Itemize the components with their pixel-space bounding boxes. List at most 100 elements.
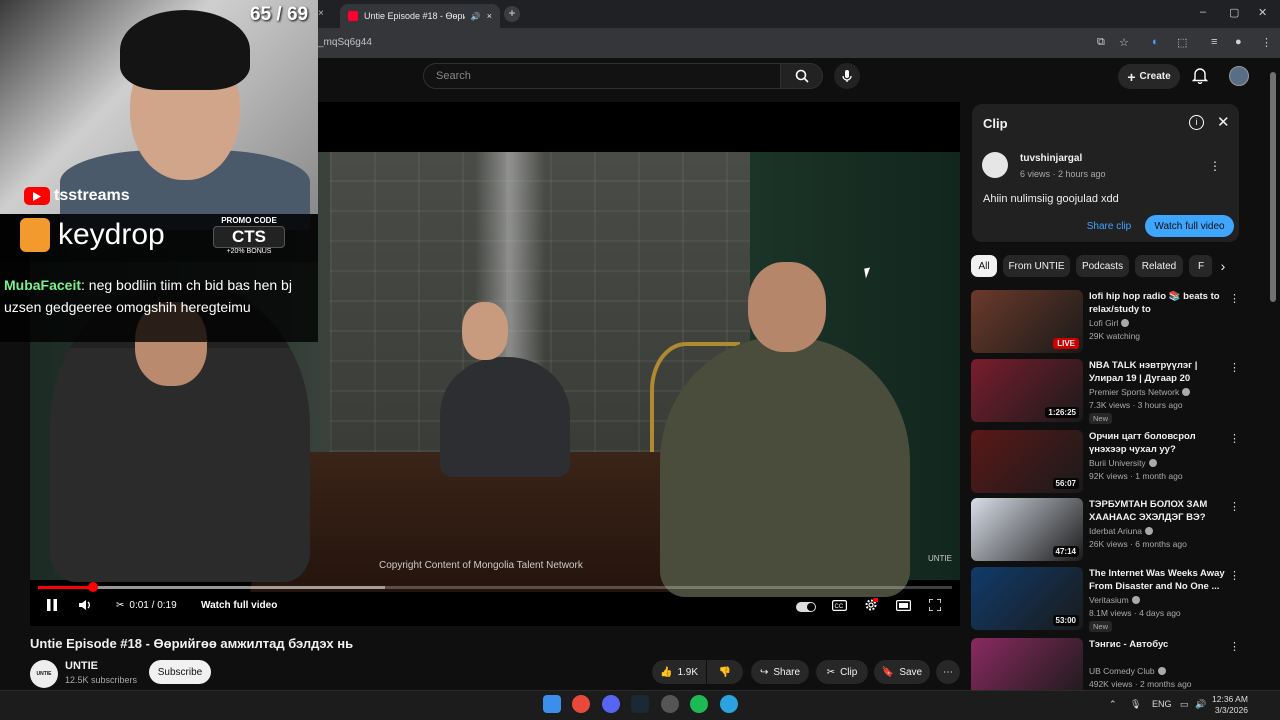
video-thumbnail[interactable]: 47:14 [971,498,1083,561]
recommendation-channel[interactable]: Veritasium [1089,595,1140,605]
info-icon[interactable]: i [1189,115,1204,130]
clip-button[interactable]: ✂ Clip [816,660,868,684]
extensions-icon[interactable]: ⬚ [1177,36,1187,49]
recommendation-channel[interactable]: Burii University [1089,458,1157,468]
share-button[interactable]: ↪ Share [751,660,809,684]
notifications-button[interactable] [1191,67,1209,89]
url-text[interactable]: _mqSq6g44 [318,37,372,48]
scrubber-handle[interactable] [87,582,98,592]
chip-podcasts[interactable]: Podcasts [1076,255,1129,277]
autoplay-toggle[interactable] [796,602,816,612]
voice-search-button[interactable] [834,63,860,89]
fullscreen-button[interactable] [926,598,944,612]
tray-chevron-icon[interactable]: ⌃ [1109,699,1117,710]
close-window-icon[interactable]: ✕ [1258,6,1267,19]
close-icon[interactable]: ✕ [1217,113,1230,131]
settings-button[interactable] [862,598,880,612]
recommendation-title[interactable]: Орчин цагт боловсрол үнэхээр чухал уу? [1089,430,1227,456]
like-button[interactable]: 👍 1.9K [652,660,706,684]
chip-related[interactable]: Related [1135,255,1183,277]
progress-bar[interactable] [38,582,952,592]
share-clip-button[interactable]: Share clip [1080,215,1138,237]
clip-user-avatar[interactable] [982,152,1008,178]
language-indicator[interactable]: ENG [1152,699,1172,709]
speaker-icon[interactable]: 🔊 [471,12,481,21]
chip-more[interactable]: F [1189,255,1213,277]
subtitles-button[interactable]: CC [830,598,848,612]
chrome-icon[interactable] [572,695,590,713]
scrollbar[interactable] [1269,62,1277,692]
cast-icon[interactable]: ◐ [1152,36,1159,48]
recommendation-channel[interactable]: Lofi Girl [1089,318,1130,328]
video-thumbnail[interactable]: LIVE [971,290,1083,353]
volume-button[interactable] [77,598,95,612]
tab-close-icon[interactable]: × [318,8,324,19]
volume-tray-icon[interactable]: 🔊 [1195,699,1206,710]
video-thumbnail[interactable]: 56:07 [971,430,1083,493]
system-clock[interactable]: 12:36 AM 3/3/2026 [1212,694,1248,716]
minimize-icon[interactable]: – [1200,6,1206,18]
recommendation-item[interactable]: 1:26:25 NBA TALK нэвтрүүлэг | Улирал 19 |… [971,359,1240,424]
mic-tray-icon[interactable]: 🎙 [1130,699,1141,710]
recommendation-channel[interactable]: UB Comedy Club [1089,666,1166,676]
more-horizontal-icon: ⋯ [943,666,953,678]
steam-icon[interactable] [631,695,649,713]
more-vertical-icon[interactable]: ⋮ [1229,361,1240,374]
network-icon[interactable]: ▭ [1180,699,1189,710]
more-vertical-icon[interactable]: ⋮ [1229,640,1240,653]
browser-menu-icon[interactable]: ⋮ [1261,36,1272,49]
recommendation-title[interactable]: Тэнгис - Автобус [1089,638,1227,651]
recommendation-views: 92K views · 1 month ago [1089,471,1183,481]
pause-button[interactable] [43,598,61,612]
close-tab-icon[interactable]: × [487,11,492,21]
more-vertical-icon[interactable]: ⋮ [1229,432,1240,445]
browser-tab-active[interactable]: Untie Episode #18 - Өөрийгө 🔊 × [340,4,500,28]
more-vertical-icon[interactable]: ⋮ [1229,500,1240,513]
save-button[interactable]: 🔖 Save [874,660,930,684]
search-input[interactable]: Search [423,63,781,89]
recommendation-item[interactable]: 56:07 Орчин цагт боловсрол үнэхээр чухал … [971,430,1240,494]
maximize-icon[interactable]: ▢ [1229,6,1239,19]
chip-all[interactable]: All [971,255,997,277]
theater-mode-button[interactable] [894,598,912,612]
video-thumbnail[interactable]: 53:00 [971,567,1083,630]
windows-start-icon[interactable] [543,695,561,713]
search-button[interactable] [781,63,823,89]
scrollbar-thumb[interactable] [1270,72,1276,302]
install-app-icon[interactable]: ⧉ [1097,36,1105,49]
profile-icon[interactable]: ● [1235,36,1242,48]
recommendation-channel[interactable]: Iderbat Ariuna [1089,526,1153,536]
more-actions-button[interactable]: ⋯ [936,660,960,684]
recommendation-title[interactable]: The Internet Was Weeks Away From Disaste… [1089,567,1227,593]
watch-full-video-button[interactable]: Watch full video [1145,215,1234,237]
new-tab-button[interactable]: + [504,6,520,22]
channel-name[interactable]: UNTIE [65,660,98,672]
obs-icon[interactable] [661,695,679,713]
account-avatar[interactable] [1229,66,1249,86]
recommendation-title[interactable]: NBA TALK нэвтрүүлэг | Улирал 19 | Дугаар… [1089,359,1227,385]
recommendation-channel[interactable]: Premier Sports Network [1089,387,1191,397]
telegram-icon[interactable] [720,695,738,713]
captions-icon: CC [831,599,847,611]
video-thumbnail[interactable]: 1:26:25 [971,359,1083,422]
more-vertical-icon[interactable]: ⋮ [1209,159,1221,173]
chip-from-untie[interactable]: From UNTIE [1003,255,1070,277]
recommendation-item[interactable]: 53:00 The Internet Was Weeks Away From Di… [971,567,1240,632]
recommendation-item[interactable]: LIVE lofi hip hop radio 📚 beats to relax/… [971,290,1240,354]
create-button[interactable]: + Create [1118,64,1180,89]
spotify-icon[interactable] [690,695,708,713]
dislike-button[interactable]: 👎 [707,660,743,684]
media-control-icon[interactable]: ≡ [1211,36,1217,48]
recommendation-item[interactable]: 47:14 ТЭРБУМТАН БОЛОХ ЗАМ ХААНААС ЭХЭЛДЭГ… [971,498,1240,562]
subscribe-button[interactable]: Subscribe [149,660,211,684]
discord-icon[interactable] [602,695,620,713]
recommendation-title[interactable]: ТЭРБУМТАН БОЛОХ ЗАМ ХААНААС ЭХЭЛДЭГ ВЭ? [1089,498,1227,524]
watch-full-video-link[interactable]: Watch full video [201,600,277,611]
more-vertical-icon[interactable]: ⋮ [1229,292,1240,305]
bookmark-star-icon[interactable]: ☆ [1119,36,1129,49]
more-vertical-icon[interactable]: ⋮ [1229,569,1240,582]
clip-user-name[interactable]: tuvshinjargal [1020,153,1082,164]
channel-avatar[interactable]: UNTIE [30,660,58,688]
recommendation-title[interactable]: lofi hip hop radio 📚 beats to relax/stud… [1089,290,1227,316]
chevron-right-icon[interactable]: › [1212,255,1234,277]
